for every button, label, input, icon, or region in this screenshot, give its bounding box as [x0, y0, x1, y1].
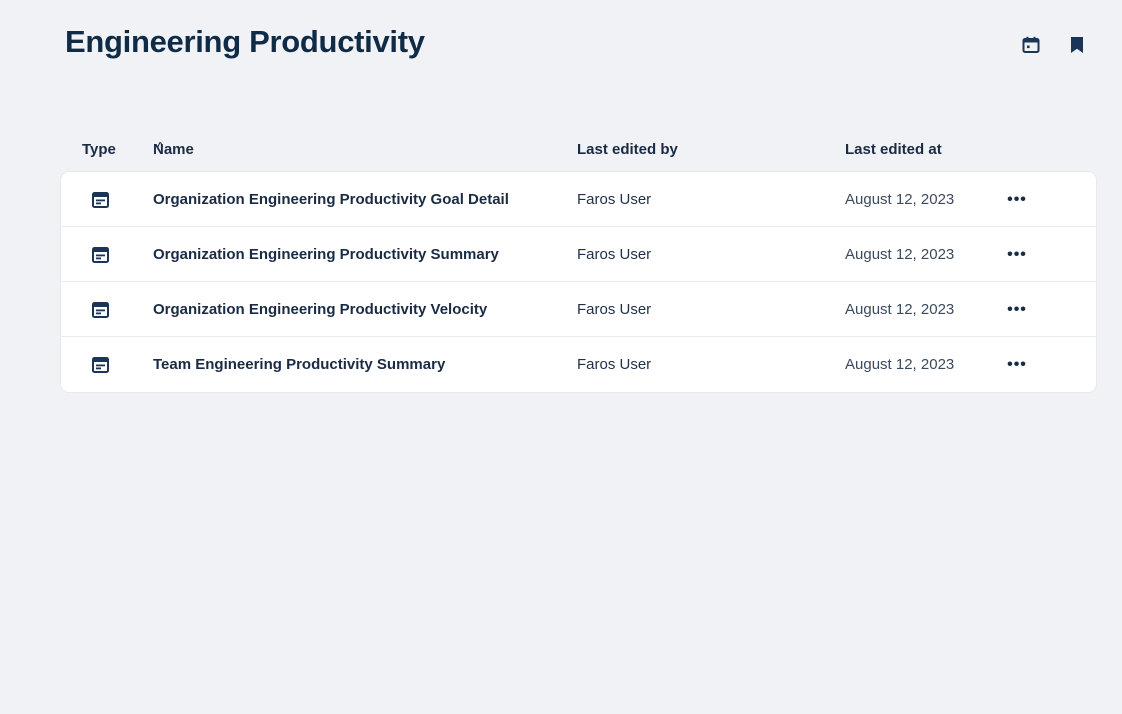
dashboard-icon	[90, 172, 110, 227]
last-edited-by: Faros User	[577, 356, 652, 373]
last-edited-at: August 12, 2023	[845, 356, 955, 373]
sort-ascending-icon: ^	[157, 141, 164, 153]
dashboard-name[interactable]: Organization Engineering Productivity Go…	[153, 172, 509, 227]
last-edited-at: August 12, 2023	[845, 301, 955, 318]
dashboard-name[interactable]: Organization Engineering Productivity Ve…	[153, 282, 487, 337]
last-edited-by: Faros User	[577, 301, 652, 318]
dashboard-name[interactable]: Team Engineering Productivity Summary	[153, 337, 445, 392]
calendar-icon[interactable]	[1020, 34, 1042, 56]
more-options-icon[interactable]: •••	[1001, 337, 1033, 392]
table-row[interactable]: Team Engineering Productivity Summary Fa…	[61, 337, 1096, 392]
dashboard-icon	[90, 282, 110, 337]
more-options-icon[interactable]: •••	[1001, 172, 1033, 227]
page-title: Engineering Productivity	[65, 24, 425, 59]
last-edited-by: Faros User	[577, 191, 652, 208]
table-row[interactable]: Organization Engineering Productivity Go…	[61, 172, 1096, 227]
dashboard-icon	[90, 337, 110, 392]
table-row[interactable]: Organization Engineering Productivity Ve…	[61, 282, 1096, 337]
last-edited-at: August 12, 2023	[845, 246, 955, 263]
column-header-last-edited-by: Last edited by	[577, 141, 678, 158]
dashboard-icon	[90, 227, 110, 282]
more-options-icon[interactable]: •••	[1001, 227, 1033, 282]
dashboard-table: Organization Engineering Productivity Go…	[61, 172, 1096, 392]
more-options-icon[interactable]: •••	[1001, 282, 1033, 337]
column-header-type: Type	[82, 141, 116, 158]
column-header-last-edited-at: Last edited at	[845, 141, 942, 158]
table-row[interactable]: Organization Engineering Productivity Su…	[61, 227, 1096, 282]
header-actions	[1020, 34, 1088, 56]
table-header: Type Name ^ Last edited by Last edited at	[61, 141, 1096, 163]
last-edited-by: Faros User	[577, 246, 652, 263]
bookmark-icon[interactable]	[1066, 34, 1088, 56]
dashboard-name[interactable]: Organization Engineering Productivity Su…	[153, 227, 499, 282]
last-edited-at: August 12, 2023	[845, 191, 955, 208]
